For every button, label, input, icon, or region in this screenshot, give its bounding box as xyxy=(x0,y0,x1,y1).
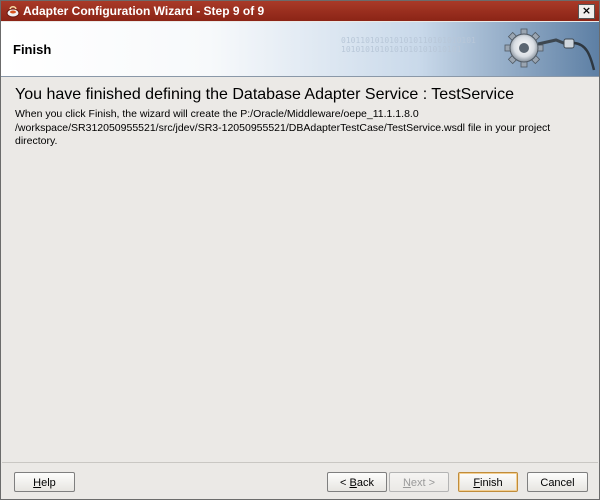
button-bar-separator xyxy=(2,462,598,463)
finish-heading: You have finished defining the Database … xyxy=(15,86,514,103)
description-line: When you click Finish, the wizard will c… xyxy=(15,108,419,120)
close-icon: × xyxy=(581,4,592,17)
back-mnemonic: B xyxy=(349,477,357,489)
gear-plug-icon xyxy=(504,28,596,71)
app-icon xyxy=(6,6,20,18)
description-line: /workspace/SR312050955521/src/jdev/SR3-1… xyxy=(15,121,551,134)
title-bar[interactable]: Adapter Configuration Wizard - Step 9 of… xyxy=(1,1,599,21)
cancel-button[interactable]: Cancel xyxy=(527,472,588,492)
back-button[interactable]: < Back xyxy=(327,472,387,492)
wizard-header-banner: Finish 0101101010101010110101010101 1010… xyxy=(1,22,599,77)
wizard-content: You have finished defining the Database … xyxy=(1,77,599,461)
next-button[interactable]: Next > xyxy=(389,472,449,492)
back-prefix: < xyxy=(340,477,350,489)
help-label: elp xyxy=(41,477,56,489)
binary-decoration: 0101101010101010110101010101 10101010101… xyxy=(341,36,476,54)
back-label: ack xyxy=(356,477,374,489)
binary-line: 1010101010101010101010101 xyxy=(341,45,462,54)
cancel-label: Cancel xyxy=(540,477,575,489)
finish-description: When you click Finish, the wizard will c… xyxy=(15,108,590,149)
close-button[interactable]: × xyxy=(578,4,595,19)
help-mnemonic: H xyxy=(33,477,42,489)
finish-button[interactable]: Finish xyxy=(458,472,518,492)
help-button[interactable]: Help xyxy=(14,472,75,492)
wizard-window: Adapter Configuration Wizard - Step 9 of… xyxy=(0,0,600,500)
binary-line: 0101101010101010110101010101 xyxy=(341,36,476,45)
next-label: ext > xyxy=(410,477,436,489)
description-line: directory. xyxy=(15,135,58,147)
finish-label: inish xyxy=(480,477,503,489)
window-title: Adapter Configuration Wizard - Step 9 of… xyxy=(23,4,265,18)
page-title: Finish xyxy=(13,42,52,57)
next-mnemonic: N xyxy=(402,477,411,489)
